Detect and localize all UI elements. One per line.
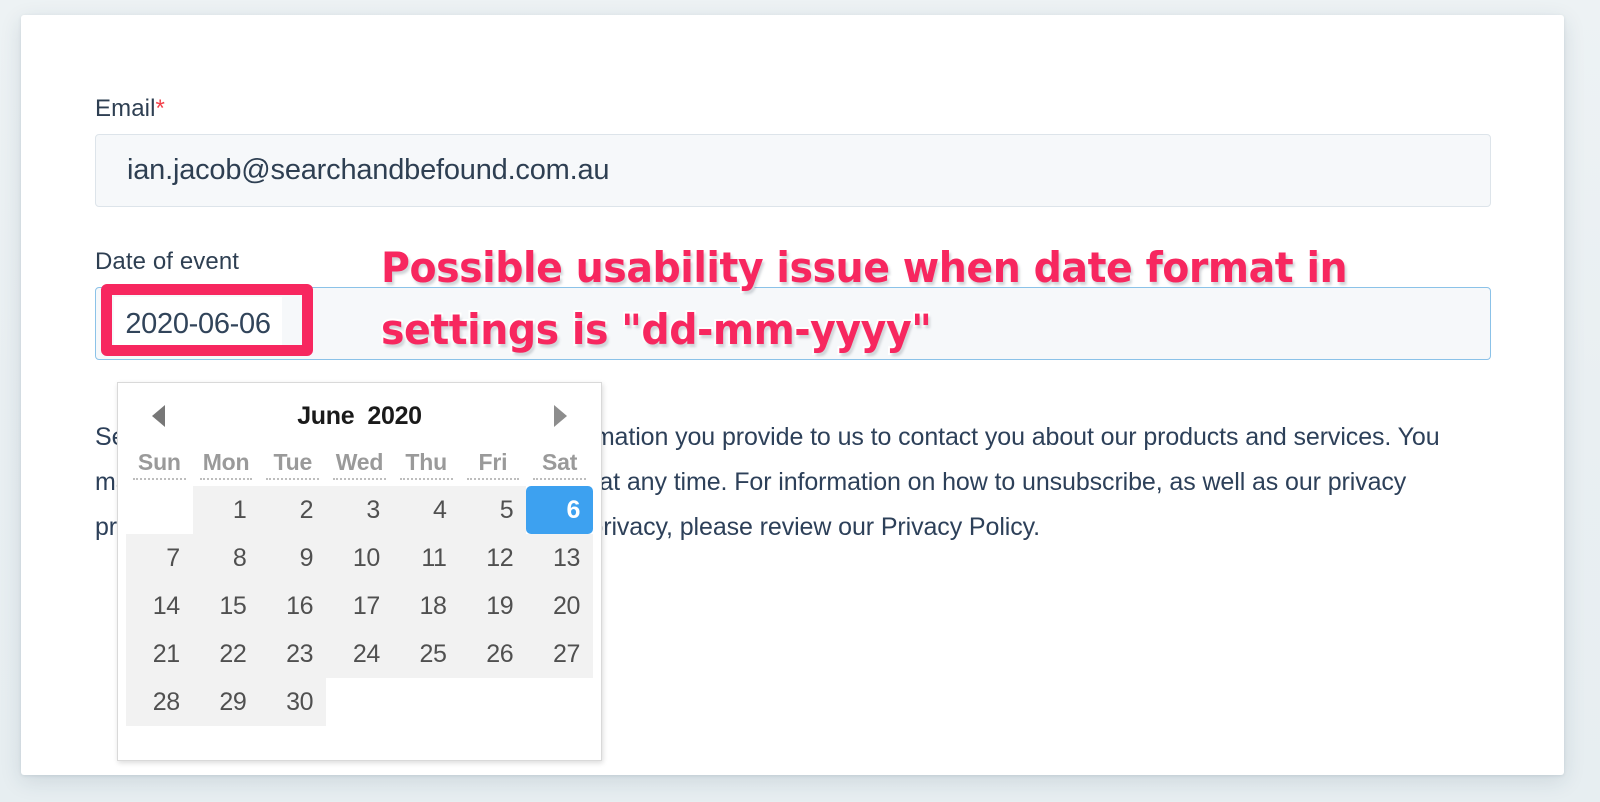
day-cell-9[interactable]: 9 [259, 534, 327, 582]
day-cell-7[interactable]: 7 [126, 534, 193, 582]
weekday-header-mon: Mon [199, 449, 253, 480]
weekday-header-tue: Tue [266, 449, 320, 480]
day-cell-16[interactable]: 16 [259, 582, 327, 630]
day-cell-18[interactable]: 18 [392, 582, 460, 630]
day-cell-empty [526, 678, 593, 726]
prev-month-arrow-icon[interactable] [145, 403, 171, 429]
day-cell-14[interactable]: 14 [126, 582, 193, 630]
date-input-value: 2020-06-06 [114, 296, 282, 352]
email-field-block: Email* ian.jacob@searchandbefound.com.au [95, 95, 1491, 207]
day-cell-2[interactable]: 2 [259, 486, 327, 534]
weekday-header-thu: Thu [399, 449, 453, 480]
day-cell-26[interactable]: 26 [459, 630, 527, 678]
day-cell-17[interactable]: 17 [326, 582, 393, 630]
day-cell-27[interactable]: 27 [526, 630, 593, 678]
day-cell-24[interactable]: 24 [326, 630, 393, 678]
day-cell-empty [126, 486, 193, 534]
day-cell-20[interactable]: 20 [526, 582, 593, 630]
datepicker-month[interactable]: June [297, 402, 354, 431]
datepicker-title: June 2020 [297, 402, 422, 431]
email-field-label: Email* [95, 95, 1491, 124]
form-card: Email* ian.jacob@searchandbefound.com.au… [21, 15, 1564, 775]
day-cell-25[interactable]: 25 [392, 630, 460, 678]
day-cell-13[interactable]: 13 [526, 534, 593, 582]
day-cell-4[interactable]: 4 [392, 486, 460, 534]
annotation-callout-text: Possible usability issue when date forma… [379, 241, 1349, 356]
required-asterisk-icon: * [155, 95, 165, 122]
datepicker-header: June 2020 [118, 383, 601, 449]
day-cell-10[interactable]: 10 [326, 534, 393, 582]
email-label-text: Email [95, 95, 156, 122]
day-cell-30[interactable]: 30 [259, 678, 327, 726]
next-month-arrow-icon[interactable] [548, 403, 574, 429]
datepicker-year[interactable]: 2020 [367, 402, 422, 431]
weekday-header-sat: Sat [533, 449, 586, 480]
day-cell-empty [392, 678, 460, 726]
triangle-left-icon [151, 405, 165, 427]
day-cell-empty [459, 678, 527, 726]
day-cell-19[interactable]: 19 [459, 582, 527, 630]
day-cell-15[interactable]: 15 [192, 582, 260, 630]
email-input[interactable]: ian.jacob@searchandbefound.com.au [95, 133, 1491, 207]
day-cell-12[interactable]: 12 [459, 534, 527, 582]
weekday-header-sun: Sun [133, 449, 186, 480]
day-cell-3[interactable]: 3 [326, 486, 393, 534]
day-cell-22[interactable]: 22 [192, 630, 260, 678]
day-cell-11[interactable]: 11 [392, 534, 460, 582]
triangle-right-icon [554, 405, 568, 427]
datepicker-day-grid: 1 2 3 4 5 6 7 8 9 10 11 12 13 14 15 16 17 18 19 20 21 22 23 24 2… [118, 486, 601, 740]
day-cell-empty [326, 678, 393, 726]
day-cell-29[interactable]: 29 [192, 678, 260, 726]
datepicker-panel[interactable]: June 2020 Sun Mon Tue Wed Thu Fri Sat 12345678… [117, 382, 602, 761]
day-cell-28[interactable]: 28 [126, 678, 193, 726]
day-cell-21[interactable]: 21 [126, 630, 193, 678]
day-cell-8[interactable]: 8 [192, 534, 260, 582]
day-cell-1[interactable]: 1 [192, 486, 260, 534]
weekday-header-wed: Wed [333, 449, 386, 480]
datepicker-weekday-row: Sun Mon Tue Wed Thu Fri Sat [118, 449, 601, 480]
weekday-header-fri: Fri [466, 449, 520, 480]
day-cell-23[interactable]: 23 [259, 630, 327, 678]
day-cell-6[interactable]: 6 [526, 486, 593, 534]
day-cell-5[interactable]: 5 [459, 486, 527, 534]
